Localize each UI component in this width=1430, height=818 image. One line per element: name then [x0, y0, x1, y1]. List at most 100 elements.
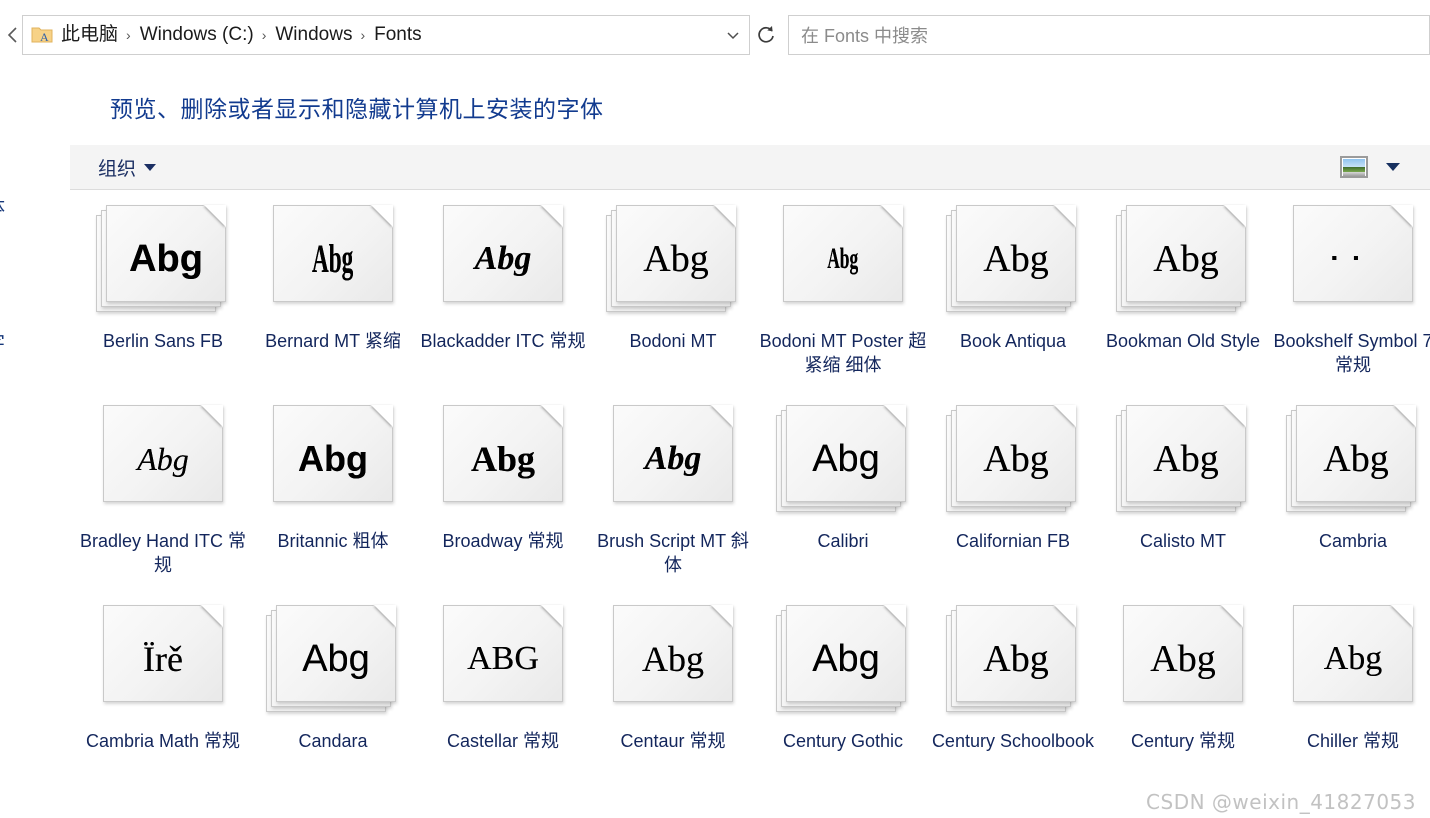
font-tile-label: Bookman Old Style — [1105, 331, 1261, 351]
font-tile-label: Bodoni MT Poster 超紧缩 细体 — [759, 331, 927, 376]
font-preview-glyph: Abg — [616, 205, 736, 302]
font-thumbnail: Abg — [78, 399, 248, 524]
font-preview-text: Abg — [129, 237, 203, 280]
font-tile[interactable]: Abg Blackadder ITC 常规 — [418, 199, 588, 399]
font-tile-label: Castellar 常规 — [446, 731, 560, 751]
organize-label: 组织 — [98, 158, 137, 180]
font-tile-label: Broadway 常规 — [442, 531, 564, 551]
font-preview-glyph: Abg — [273, 405, 393, 502]
breadcrumb-item-0[interactable]: 此电脑 — [59, 24, 120, 47]
font-preview-glyph: Abg — [783, 205, 903, 302]
font-tile-label: Calibri — [817, 531, 869, 551]
font-thumbnail: Abg — [758, 199, 928, 324]
font-tile[interactable]: Abg Centaur 常规 — [588, 599, 758, 799]
font-tile[interactable]: Abg Broadway 常规 — [418, 399, 588, 599]
breadcrumb-separator: › — [261, 26, 267, 43]
font-thumbnail: Abg — [78, 199, 248, 324]
font-preview-glyph: Abg — [443, 405, 563, 502]
font-preview-glyph: Abg — [613, 405, 733, 502]
breadcrumb-item-1[interactable]: Windows (C:) — [138, 24, 256, 47]
font-preview-glyph: ▪▪ — [1293, 205, 1413, 302]
sidebar-item-3[interactable]: 言的字 — [0, 328, 5, 355]
font-tile-label: Britannic 粗体 — [277, 531, 389, 551]
preview-pane-icon[interactable] — [1340, 156, 1368, 178]
page-title: 预览、删除或者显示和隐藏计算机上安装的字体 — [110, 96, 604, 122]
font-preview-text: Abg — [1323, 639, 1383, 677]
font-thumbnail: Abg — [928, 199, 1098, 324]
font-tile[interactable]: ▪▪ Bookshelf Symbol 7 常规 — [1268, 199, 1430, 399]
breadcrumb-item-2[interactable]: Windows — [273, 24, 354, 47]
font-tile-label: Cambria — [1318, 531, 1388, 551]
font-tile[interactable]: Abg Calisto MT — [1098, 399, 1268, 599]
font-preview-text: Abg — [1150, 637, 1216, 680]
search-input[interactable]: 在 Fonts 中搜索 — [788, 15, 1430, 55]
font-tile-label: Cambria Math 常规 — [85, 731, 241, 751]
font-tile[interactable]: Abg Calibri — [758, 399, 928, 599]
font-tile-label: Candara — [298, 731, 368, 751]
font-preview-text: Abg — [1323, 437, 1389, 480]
font-preview-glyph: ABG — [443, 605, 563, 702]
address-bar[interactable]: A 此电脑 › Windows (C:) › Windows › Fonts — [22, 15, 750, 55]
chevron-down-icon[interactable] — [721, 27, 745, 43]
font-tile[interactable]: Abg Century Gothic — [758, 599, 928, 799]
font-preview-text: Abg — [137, 440, 189, 477]
font-preview-text: Abg — [983, 637, 1049, 680]
font-tile[interactable]: Ïrě Cambria Math 常规 — [78, 599, 248, 799]
font-tile[interactable]: Abg Bookman Old Style — [1098, 199, 1268, 399]
font-preview-text: ABG — [467, 639, 539, 677]
font-preview-glyph: Ïrě — [103, 605, 223, 702]
font-tile[interactable]: Abg Bradley Hand ITC 常规 — [78, 399, 248, 599]
font-preview-glyph: Abg — [103, 405, 223, 502]
font-tile[interactable]: Abg Californian FB — [928, 399, 1098, 599]
font-thumbnail: Abg — [248, 199, 418, 324]
font-preview-text: Abg — [812, 637, 880, 680]
font-tile[interactable]: Abg Chiller 常规 — [1268, 599, 1430, 799]
breadcrumb: 此电脑 › Windows (C:) › Windows › Fonts — [59, 24, 721, 47]
font-tile[interactable]: Abg Candara — [248, 599, 418, 799]
font-thumbnail: ▪▪ — [1268, 199, 1430, 324]
font-tile[interactable]: Abg Bodoni MT Poster 超紧缩 细体 — [758, 199, 928, 399]
font-tile-label: Berlin Sans FB — [102, 331, 224, 351]
command-toolbar: 组织 — [70, 145, 1430, 190]
toolbar-right-group — [1340, 156, 1400, 178]
font-preview-text: Abg — [642, 638, 704, 679]
font-preview-text: Abg — [644, 439, 702, 477]
font-tile[interactable]: Abg Bodoni MT — [588, 199, 758, 399]
breadcrumb-item-3[interactable]: Fonts — [372, 24, 424, 47]
fonts-folder-icon: A — [31, 25, 53, 45]
font-preview-glyph: Abg — [276, 605, 396, 702]
font-tile[interactable]: Abg Century 常规 — [1098, 599, 1268, 799]
font-thumbnail: Abg — [1268, 399, 1430, 524]
font-thumbnail: Abg — [248, 399, 418, 524]
font-tile[interactable]: Abg Century Schoolbook — [928, 599, 1098, 799]
font-tile[interactable]: Abg Book Antiqua — [928, 199, 1098, 399]
font-tile[interactable]: ABG Castellar 常规 — [418, 599, 588, 799]
font-preview-glyph: Abg — [1296, 405, 1416, 502]
font-preview-glyph: Abg — [956, 205, 1076, 302]
font-tile[interactable]: Abg Berlin Sans FB — [78, 199, 248, 399]
back-arrow-icon[interactable] — [0, 14, 22, 56]
font-preview-glyph: Abg — [273, 205, 393, 302]
font-tile-label: Bodoni MT — [629, 331, 717, 351]
font-thumbnail: ABG — [418, 599, 588, 724]
font-thumbnail: Abg — [1098, 199, 1268, 324]
font-preview-text: ▪▪ — [1331, 249, 1375, 267]
navigation-bar: A 此电脑 › Windows (C:) › Windows › Fonts 在… — [0, 14, 1430, 56]
font-preview-text: Ïrě — [143, 638, 183, 679]
font-preview-text: Abg — [302, 637, 370, 680]
font-tile[interactable]: Abg Britannic 粗体 — [248, 399, 418, 599]
font-preview-text: Abg — [1153, 437, 1219, 480]
font-thumbnail: Abg — [588, 399, 758, 524]
font-preview-text: Abg — [298, 437, 368, 479]
font-tile-label: Calisto MT — [1139, 531, 1226, 551]
view-options-caret-icon[interactable] — [1386, 163, 1400, 171]
refresh-icon[interactable] — [750, 15, 782, 55]
organize-button[interactable]: 组织 — [98, 154, 157, 181]
sidebar-item-1[interactable]: 多字体 — [0, 192, 5, 219]
font-tile-label: Century Schoolbook — [931, 731, 1095, 751]
font-tile[interactable]: Abg Bernard MT 紧缩 — [248, 199, 418, 399]
font-tile[interactable]: Abg Brush Script MT 斜体 — [588, 399, 758, 599]
font-preview-glyph: Abg — [1293, 605, 1413, 702]
font-tile[interactable]: Abg Cambria — [1268, 399, 1430, 599]
font-thumbnail: Abg — [1098, 599, 1268, 724]
